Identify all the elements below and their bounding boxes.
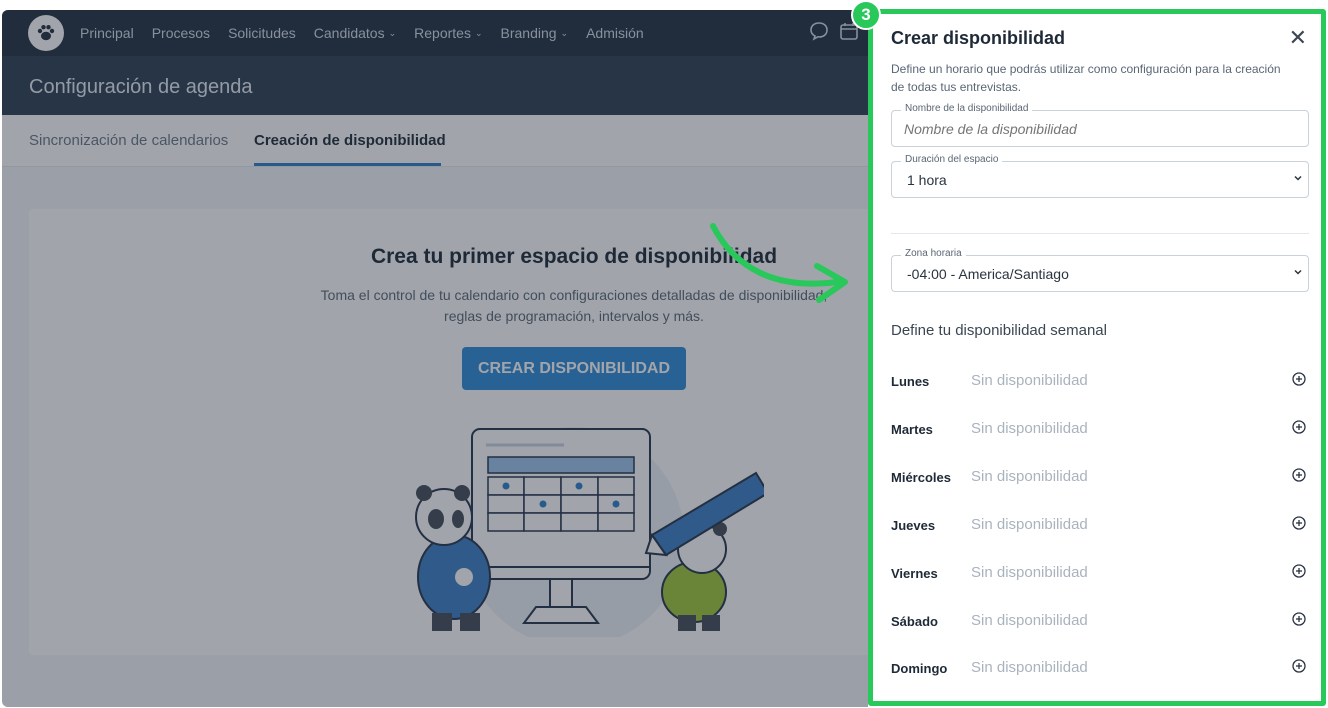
add-circle-icon[interactable]: [1292, 564, 1306, 578]
field-label: Nombre de la disponibilidad: [901, 103, 1033, 114]
duracion-espacio-select[interactable]: Duración del espacio 1 hora: [891, 154, 1309, 198]
add-circle-icon[interactable]: [1292, 372, 1306, 386]
nav-item-reportes[interactable]: Reportes ⌄: [414, 25, 482, 41]
day-row-jueves: Jueves Sin disponibilidad: [891, 514, 1311, 536]
nombre-disponibilidad-field: Nombre de la disponibilidad: [891, 103, 1309, 147]
page-title: Configuración de agenda: [29, 76, 253, 98]
field-label: Zona horaria: [901, 248, 966, 259]
annotation-arrow-icon: [710, 223, 848, 303]
tab-creacion-disponibilidad[interactable]: Creación de disponibilidad: [254, 132, 446, 149]
nav-item-procesos[interactable]: Procesos: [152, 25, 210, 41]
add-circle-icon[interactable]: [1292, 516, 1306, 530]
day-row-viernes: Viernes Sin disponibilidad: [891, 562, 1311, 584]
panda-calendar-illustration: [415, 427, 764, 637]
drawer-title: Crear disponibilidad: [891, 28, 1066, 48]
select-value: -04:00 - America/Santiago: [907, 266, 1069, 282]
day-status: Sin disponibilidad: [971, 612, 1088, 629]
chat-icon[interactable]: [808, 20, 830, 42]
day-name: Lunes: [891, 374, 930, 389]
nombre-disponibilidad-input[interactable]: [904, 121, 1284, 137]
day-status: Sin disponibilidad: [971, 564, 1088, 581]
add-circle-icon[interactable]: [1292, 612, 1306, 626]
nav-item-branding[interactable]: Branding ⌄: [501, 25, 569, 41]
day-row-sabado: Sábado Sin disponibilidad: [891, 610, 1311, 632]
day-row-lunes: Lunes Sin disponibilidad: [891, 370, 1311, 392]
day-row-martes: Martes Sin disponibilidad: [891, 418, 1311, 440]
weekly-availability-heading: Define tu disponibilidad semanal: [891, 322, 1107, 339]
day-status: Sin disponibilidad: [971, 659, 1088, 676]
top-navigation: Principal Procesos Solicitudes Candidato…: [2, 10, 868, 56]
chevron-down-icon: [1293, 267, 1303, 280]
add-circle-icon[interactable]: [1292, 659, 1306, 673]
add-circle-icon[interactable]: [1292, 420, 1306, 434]
step-number-badge: 3: [851, 0, 881, 30]
select-value: 1 hora: [907, 172, 947, 188]
chevron-down-icon: ⌄: [560, 27, 569, 38]
close-icon[interactable]: ✕: [1289, 26, 1307, 50]
day-status: Sin disponibilidad: [971, 420, 1088, 437]
nav-item-principal[interactable]: Principal: [80, 25, 134, 41]
day-name: Sábado: [891, 614, 938, 629]
app-background: Principal Procesos Solicitudes Candidato…: [2, 10, 868, 707]
day-name: Martes: [891, 422, 933, 437]
day-name: Miércoles: [891, 470, 951, 485]
day-row-miercoles: Miércoles Sin disponibilidad: [891, 466, 1311, 488]
tab-sincronizacion[interactable]: Sincronización de calendarios: [29, 132, 228, 149]
page-header: Configuración de agenda: [2, 56, 868, 115]
day-status: Sin disponibilidad: [971, 516, 1088, 533]
divider: [891, 233, 1309, 234]
chevron-down-icon: ⌄: [474, 27, 483, 38]
add-circle-icon[interactable]: [1292, 468, 1306, 482]
day-name: Jueves: [891, 518, 936, 533]
crear-disponibilidad-button[interactable]: CREAR DISPONIBILIDAD: [462, 347, 686, 390]
chevron-down-icon: ⌄: [388, 27, 397, 38]
nav-item-candidatos[interactable]: Candidatos ⌄: [314, 25, 396, 41]
chevron-down-icon: [1293, 173, 1303, 186]
crear-disponibilidad-drawer: Crear disponibilidad ✕ Define un horario…: [868, 9, 1326, 706]
nav-item-admision[interactable]: Admisión: [586, 25, 644, 41]
zona-horaria-select[interactable]: Zona horaria -04:00 - America/Santiago: [891, 248, 1309, 292]
day-status: Sin disponibilidad: [971, 468, 1088, 485]
day-row-domingo: Domingo Sin disponibilidad: [891, 657, 1311, 679]
nav-item-solicitudes[interactable]: Solicitudes: [228, 25, 296, 41]
paw-logo-icon[interactable]: [28, 15, 64, 51]
day-name: Domingo: [891, 661, 948, 676]
active-tab-indicator: [254, 163, 441, 166]
day-status: Sin disponibilidad: [971, 372, 1088, 389]
day-name: Viernes: [891, 566, 938, 581]
drawer-description: Define un horario que podrás utilizar co…: [891, 62, 1281, 94]
tab-bar: Sincronización de calendarios Creación d…: [2, 115, 868, 167]
field-label: Duración del espacio: [901, 154, 1003, 165]
